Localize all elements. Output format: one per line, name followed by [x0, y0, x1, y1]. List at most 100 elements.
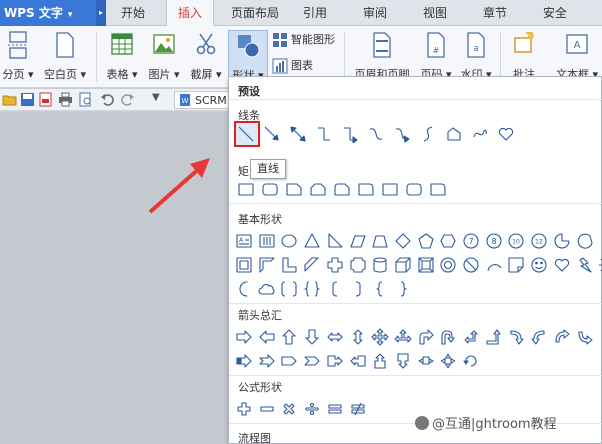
- tab-review[interactable]: 审阅: [354, 0, 396, 26]
- shape-callout_lr[interactable]: [417, 352, 435, 370]
- shape-scribble[interactable]: [471, 125, 489, 143]
- shape-octagon[interactable]: 8: [485, 232, 503, 250]
- shape-elbow[interactable]: [315, 125, 333, 143]
- shape-triangle[interactable]: [303, 232, 321, 250]
- shape-vtextbox[interactable]: [258, 232, 276, 250]
- shape-arr_notch[interactable]: [258, 352, 276, 370]
- shape-rtriangle[interactable]: [326, 232, 344, 250]
- shape-chevron[interactable]: [303, 352, 321, 370]
- open-folder-icon[interactable]: [2, 92, 17, 107]
- save-icon[interactable]: [20, 92, 35, 107]
- undo-icon[interactable]: [100, 92, 115, 107]
- shape-plus[interactable]: [235, 400, 253, 418]
- app-menu-button[interactable]: WPS 文字 ▾: [0, 0, 96, 26]
- document-tab[interactable]: W SCRM: [174, 91, 232, 109]
- shape-equal[interactable]: [326, 400, 344, 418]
- shape-lightning[interactable]: [576, 256, 594, 274]
- print-icon[interactable]: [58, 92, 73, 107]
- shape-hexagon[interactable]: [439, 232, 457, 250]
- shape-arr_curvr[interactable]: [507, 328, 525, 346]
- shape-dodecagon[interactable]: 12: [530, 232, 548, 250]
- shape-lshape[interactable]: [280, 256, 298, 274]
- shape-trapezoid[interactable]: [371, 232, 389, 250]
- shape-elbowarrow[interactable]: [341, 125, 359, 143]
- shape-rect[interactable]: [381, 180, 399, 198]
- shape-callout_4[interactable]: [439, 352, 457, 370]
- picture-button[interactable]: 图片 ▾: [144, 30, 184, 84]
- shape-textbox[interactable]: A: [235, 232, 253, 250]
- shape-sniprnd[interactable]: [333, 180, 351, 198]
- shape-donut[interactable]: [439, 256, 457, 274]
- shape-pentarrow[interactable]: [280, 352, 298, 370]
- shape-minus[interactable]: [258, 400, 276, 418]
- smart-art-button[interactable]: 智能图形: [272, 30, 335, 50]
- shape-curve[interactable]: [367, 125, 385, 143]
- shape-ellipse[interactable]: [280, 232, 298, 250]
- shape-foldcorner[interactable]: [507, 256, 525, 274]
- shape-sun[interactable]: [598, 256, 602, 274]
- shape-snip2[interactable]: [309, 180, 327, 198]
- shape-cube[interactable]: [394, 256, 412, 274]
- shape-callout_l[interactable]: [349, 352, 367, 370]
- shape-arr_bentup[interactable]: [485, 328, 503, 346]
- shape-rbracket[interactable]: [349, 280, 367, 298]
- shape-arr_stripe[interactable]: [235, 352, 253, 370]
- shape-arr_r[interactable]: [235, 328, 253, 346]
- shape-callout_d[interactable]: [394, 352, 412, 370]
- shape-callout_r[interactable]: [326, 352, 344, 370]
- shape-halfframe[interactable]: [258, 256, 276, 274]
- shape-lbracket[interactable]: [326, 280, 344, 298]
- shape-heart[interactable]: [497, 125, 515, 143]
- shape-notequal[interactable]: [349, 400, 367, 418]
- shape-chord[interactable]: [576, 232, 594, 250]
- shape-arr_u[interactable]: [280, 328, 298, 346]
- tab-security[interactable]: 安全: [534, 0, 576, 26]
- shape-diamond[interactable]: [394, 232, 412, 250]
- tab-view[interactable]: 视图: [414, 0, 456, 26]
- page-break-button[interactable]: 分页 ▾: [0, 30, 36, 84]
- shape-rect[interactable]: [237, 180, 255, 198]
- shape-arrowline[interactable]: [263, 125, 281, 143]
- shape-line[interactable]: [237, 125, 255, 143]
- table-button[interactable]: 表格 ▾: [102, 30, 142, 84]
- shape-rrect[interactable]: [261, 180, 279, 198]
- shape-lbrace[interactable]: [371, 280, 389, 298]
- export-pdf-icon[interactable]: [38, 92, 53, 107]
- shape-heptagon[interactable]: 7: [462, 232, 480, 250]
- blank-page-button[interactable]: 空白页 ▾: [40, 30, 90, 84]
- tab-page-layout[interactable]: 页面布局: [224, 0, 286, 26]
- shape-smiley[interactable]: [530, 256, 548, 274]
- shape-nosymbol[interactable]: [462, 256, 480, 274]
- shape-scurve[interactable]: [419, 125, 437, 143]
- shape-diagstripe[interactable]: [303, 256, 321, 274]
- shape-arr_l[interactable]: [258, 328, 276, 346]
- screenshot-button[interactable]: 截屏 ▾: [186, 30, 226, 84]
- shape-dbracket[interactable]: [280, 280, 298, 298]
- shape-arc[interactable]: [485, 256, 503, 274]
- print-preview-icon[interactable]: [78, 92, 93, 107]
- shape-rrect[interactable]: [405, 180, 423, 198]
- tab-insert[interactable]: 插入: [166, 0, 214, 27]
- shape-mult[interactable]: [280, 400, 298, 418]
- shape-rnd1[interactable]: [429, 180, 447, 198]
- redo-icon[interactable]: [120, 92, 135, 107]
- shape-arr_lr[interactable]: [326, 328, 344, 346]
- shape-rbrace[interactable]: [394, 280, 412, 298]
- chart-button[interactable]: 图表: [272, 56, 313, 76]
- shape-dblarrow[interactable]: [289, 125, 307, 143]
- shape-arr_bent[interactable]: [417, 328, 435, 346]
- shape-decagon[interactable]: 10: [507, 232, 525, 250]
- shape-rnd1[interactable]: [357, 180, 375, 198]
- shape-arr_curvd[interactable]: [576, 328, 594, 346]
- shape-moon[interactable]: [235, 280, 253, 298]
- shape-freeform[interactable]: [445, 125, 463, 143]
- shape-arr_ud[interactable]: [349, 328, 367, 346]
- shape-can[interactable]: [371, 256, 389, 274]
- tab-section[interactable]: 章节: [474, 0, 516, 26]
- tab-references[interactable]: 引用: [294, 0, 336, 26]
- tab-home[interactable]: 开始: [110, 0, 156, 26]
- shape-circarrow[interactable]: [462, 352, 480, 370]
- app-menu-split-arrow[interactable]: ▸: [96, 0, 106, 26]
- shape-pie[interactable]: [553, 232, 571, 250]
- shape-pentagon[interactable]: [417, 232, 435, 250]
